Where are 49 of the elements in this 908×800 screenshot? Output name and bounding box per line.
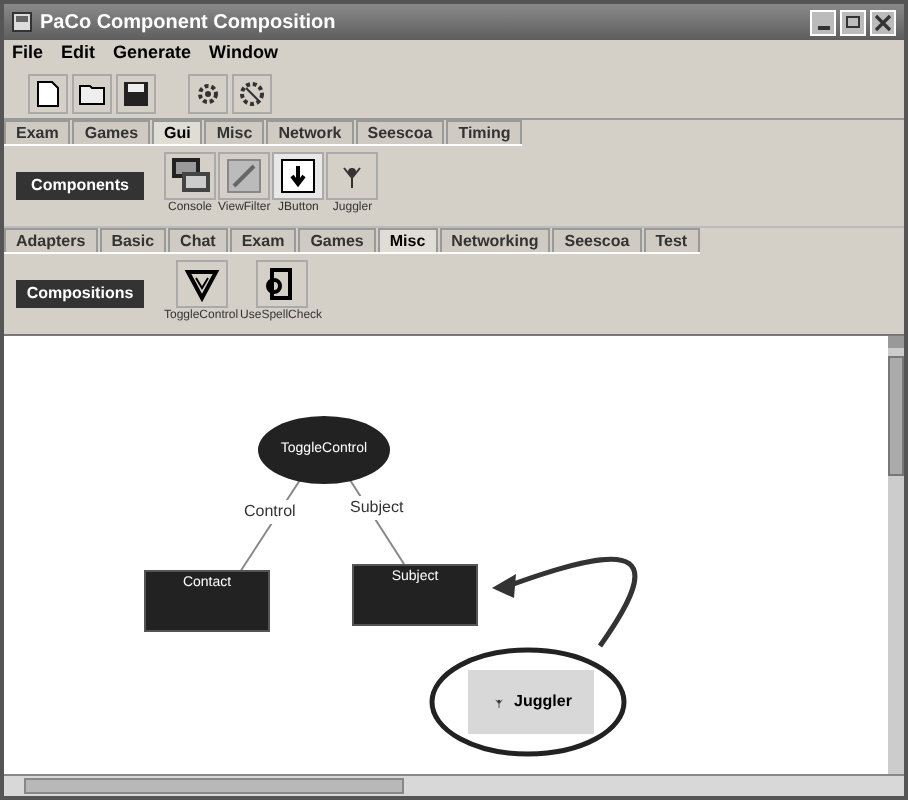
generate-button[interactable] — [188, 73, 228, 113]
new-file-button[interactable] — [28, 73, 68, 113]
window-title: PaCo Component Composition — [40, 9, 336, 37]
floppy-icon — [122, 79, 150, 107]
tab[interactable]: Seescoa — [552, 228, 642, 252]
component-button[interactable] — [326, 152, 379, 200]
component-button[interactable] — [164, 152, 216, 200]
tab[interactable]: Games — [298, 228, 376, 252]
minimize-button[interactable] — [810, 9, 836, 35]
section-label: Components — [16, 172, 144, 200]
component-button[interactable] — [255, 260, 308, 308]
file-icon — [36, 79, 60, 107]
component-button[interactable] — [175, 260, 228, 308]
component-button[interactable] — [272, 152, 325, 200]
horizontal-scrollbar[interactable] — [4, 774, 904, 796]
tab[interactable]: Games — [72, 120, 151, 144]
vertical-scrollbar[interactable] — [888, 336, 904, 774]
open-button[interactable] — [72, 73, 112, 113]
tab[interactable]: Exam — [4, 120, 71, 144]
pencil-icon — [222, 154, 267, 198]
edge-label: Subject — [350, 496, 404, 520]
tab[interactable]: Timing — [446, 120, 523, 144]
tab[interactable]: Gui — [152, 120, 203, 144]
app-icon — [12, 12, 32, 32]
tab[interactable]: Seescoa — [355, 120, 445, 144]
tab[interactable]: Misc — [204, 120, 265, 144]
gear-icon — [238, 79, 266, 107]
tab[interactable]: Adapters — [4, 228, 98, 252]
section-label: Compositions — [16, 280, 144, 308]
menu-item[interactable]: Edit — [61, 40, 96, 68]
menu-item[interactable]: Generate — [113, 40, 192, 68]
run-button[interactable] — [232, 73, 272, 113]
close-icon[interactable] — [870, 9, 896, 35]
monitors-icon — [168, 154, 212, 198]
tab[interactable]: Misc — [377, 228, 438, 252]
gear-icon — [194, 79, 222, 107]
folder-icon — [77, 81, 107, 105]
tab[interactable]: Test — [643, 228, 700, 252]
edge-label: Control — [244, 500, 296, 524]
juggler-node[interactable]: Juggler — [468, 670, 594, 734]
tab[interactable]: Exam — [229, 228, 297, 252]
tab[interactable]: Network — [266, 120, 354, 144]
save-button[interactable] — [116, 73, 156, 113]
menu-item[interactable]: Window — [209, 40, 278, 68]
maximize-button[interactable] — [840, 9, 866, 35]
menu-item[interactable]: File — [12, 40, 44, 68]
tab[interactable]: Chat — [168, 228, 228, 252]
tab[interactable]: Networking — [439, 228, 551, 252]
tab[interactable]: Basic — [99, 228, 167, 252]
